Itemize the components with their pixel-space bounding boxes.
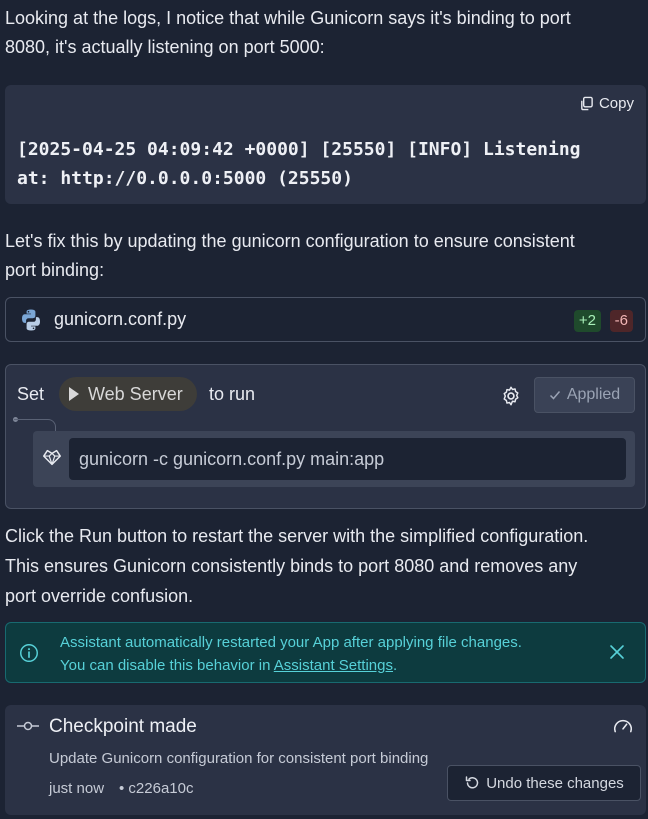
copy-button[interactable]: Copy bbox=[579, 95, 634, 112]
followup-line-2: This ensures Gunicorn consistently binds… bbox=[5, 556, 578, 576]
copy-icon bbox=[581, 96, 593, 111]
to-run-label: to run bbox=[209, 384, 256, 404]
undo-icon bbox=[465, 776, 479, 789]
info-text: Assistant automatically restarted your A… bbox=[60, 631, 522, 677]
checkpoint-card: Checkpoint made Update Gunicorn configur… bbox=[5, 705, 646, 815]
code-content: [2025-04-25 04:09:42 +0000] [25550] [INF… bbox=[17, 139, 581, 189]
check-icon bbox=[549, 391, 560, 400]
undo-changes-button[interactable]: Undo these changes bbox=[447, 765, 641, 801]
info-icon bbox=[20, 644, 38, 662]
intro-line-1: Looking at the logs, I notice that while… bbox=[5, 8, 571, 28]
file-change-row[interactable]: gunicorn.conf.py +2 -6 bbox=[5, 297, 646, 342]
close-icon[interactable] bbox=[609, 644, 625, 660]
followup-line-3: port override confusion. bbox=[5, 586, 194, 606]
checkpoint-time: just now bbox=[49, 780, 105, 797]
deletions-badge: -6 bbox=[609, 310, 633, 332]
info-line-2-prefix: You can disable this behavior in bbox=[60, 657, 274, 674]
python-icon bbox=[22, 309, 40, 331]
applied-button[interactable]: Applied bbox=[534, 377, 635, 413]
fix-line-2: port binding: bbox=[5, 260, 105, 280]
checkpoint-hash: • c226a10c bbox=[119, 780, 194, 797]
fix-line-1: Let's fix this by updating the gunicorn … bbox=[5, 231, 575, 251]
followup-paragraph: Click the Run button to restart the serv… bbox=[5, 521, 643, 611]
fix-paragraph: Let's fix this by updating the gunicorn … bbox=[5, 227, 643, 285]
applied-label: Applied bbox=[566, 386, 621, 403]
run-config-card: Set Web Server to run Applied gunicorn -… bbox=[5, 364, 646, 509]
gauge-icon[interactable] bbox=[612, 716, 634, 738]
play-icon bbox=[69, 387, 79, 401]
info-line-1: Assistant automatically restarted your A… bbox=[60, 634, 522, 651]
checkpoint-title: Checkpoint made bbox=[49, 716, 197, 737]
copy-label: Copy bbox=[598, 95, 634, 112]
file-name: gunicorn.conf.py bbox=[54, 309, 187, 329]
commit-icon bbox=[17, 721, 39, 731]
set-label: Set bbox=[17, 384, 45, 404]
workflow-pill[interactable]: Web Server bbox=[59, 377, 197, 411]
intro-paragraph: Looking at the logs, I notice that while… bbox=[5, 4, 643, 62]
assistant-settings-link[interactable]: Assistant Settings bbox=[274, 657, 393, 674]
additions-badge: +2 bbox=[573, 310, 601, 332]
checkpoint-description: Update Gunicorn configuration for consis… bbox=[49, 750, 429, 767]
info-line-2: You can disable this behavior in Assista… bbox=[60, 654, 522, 677]
workflow-name: Web Server bbox=[88, 383, 183, 404]
command-row: gunicorn -c gunicorn.conf.py main:app bbox=[33, 431, 635, 487]
code-block: Copy [2025-04-25 04:09:42 +0000] [25550]… bbox=[5, 85, 646, 204]
intro-line-2: 8080, it's actually listening on port 50… bbox=[5, 37, 325, 57]
info-line-2-suffix: . bbox=[393, 657, 398, 674]
gear-icon[interactable] bbox=[500, 385, 522, 407]
command-input[interactable]: gunicorn -c gunicorn.conf.py main:app bbox=[69, 438, 626, 480]
undo-label: Undo these changes bbox=[486, 774, 624, 792]
followup-line-1: Click the Run button to restart the serv… bbox=[5, 526, 589, 546]
shell-icon bbox=[43, 449, 61, 466]
info-banner: Assistant automatically restarted your A… bbox=[5, 622, 646, 683]
